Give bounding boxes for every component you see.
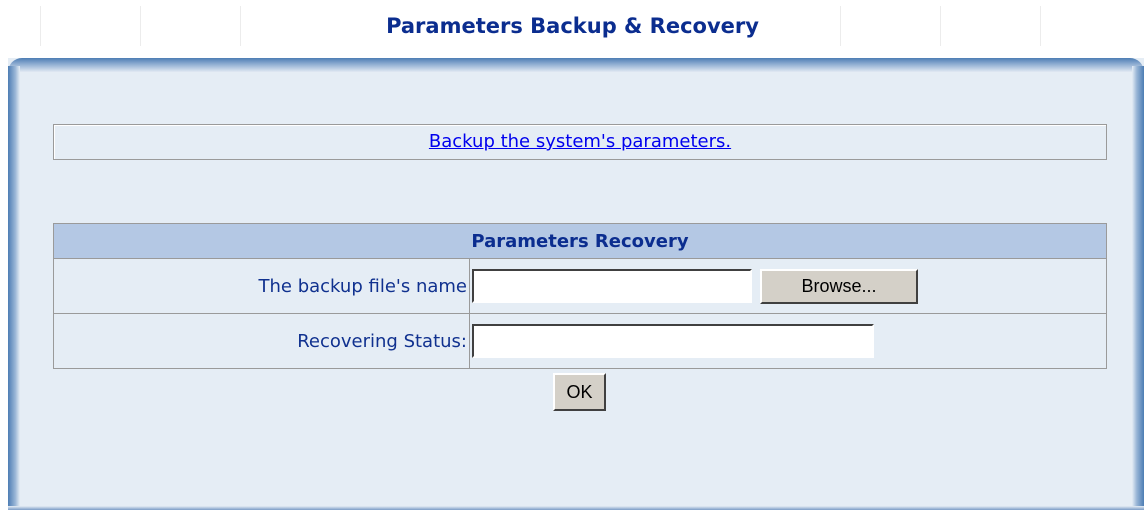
page-title: Parameters Backup & Recovery xyxy=(386,14,759,38)
panel-left-border xyxy=(8,66,20,510)
backup-parameters-link[interactable]: Backup the system's parameters. xyxy=(429,131,731,152)
panel-top-border xyxy=(8,58,1144,72)
recovery-section-title: Parameters Recovery xyxy=(53,223,1107,259)
recovering-status-row: Recovering Status: xyxy=(53,313,1107,369)
ok-button[interactable]: OK xyxy=(553,373,606,411)
content-panel: Backup the system's parameters. Paramete… xyxy=(8,58,1144,510)
backup-section: Backup the system's parameters. xyxy=(53,124,1107,160)
backup-file-row: The backup file's name Browse... xyxy=(53,258,1107,314)
recovering-status-label: Recovering Status: xyxy=(53,313,470,369)
panel-bottom-border xyxy=(8,506,1144,510)
backup-file-label: The backup file's name xyxy=(53,258,470,314)
browse-button[interactable]: Browse... xyxy=(760,268,918,304)
panel-right-border xyxy=(1132,66,1144,510)
recovery-table: Parameters Recovery The backup file's na… xyxy=(53,223,1107,369)
page-header: Parameters Backup & Recovery xyxy=(0,0,1145,52)
recovering-status-cell xyxy=(469,313,1107,369)
backup-file-input[interactable] xyxy=(472,269,752,303)
backup-file-cell: Browse... xyxy=(469,258,1107,314)
recovering-status-field[interactable] xyxy=(472,324,874,358)
